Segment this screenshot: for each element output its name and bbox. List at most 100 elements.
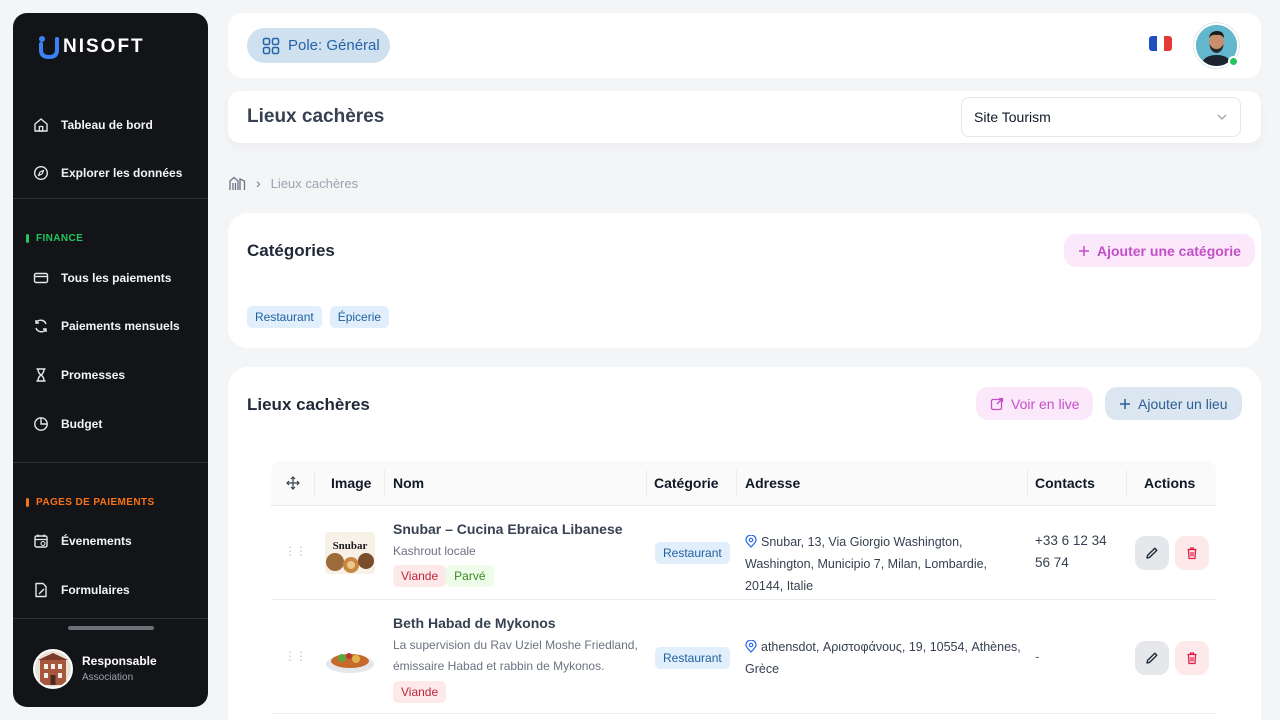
chevron-down-icon — [1217, 114, 1227, 120]
pencil-icon — [1146, 547, 1158, 559]
map-pin-icon — [745, 534, 757, 548]
place-thumbnail — [325, 636, 375, 678]
column-header-address[interactable]: Adresse — [745, 475, 800, 491]
column-header-image[interactable]: Image — [331, 475, 371, 491]
column-separator — [384, 470, 385, 496]
kashrut-tag: Viande — [393, 681, 447, 703]
edit-button[interactable] — [1135, 536, 1169, 570]
top-bar: Pole: Général — [228, 13, 1261, 78]
pole-selector-button[interactable]: Pole: Général — [247, 28, 390, 63]
view-live-button[interactable]: Voir en live — [976, 387, 1094, 420]
sidebar-divider — [13, 198, 208, 199]
site-select[interactable]: Site Tourism — [961, 97, 1241, 137]
sidebar-divider — [13, 462, 208, 463]
pie-chart-icon — [34, 417, 48, 431]
refresh-icon — [35, 319, 47, 333]
sidebar-item-label: Formulaires — [61, 583, 130, 597]
brand-logo-icon — [39, 36, 59, 59]
sidebar-item-budget[interactable]: Budget — [33, 409, 203, 439]
food-image-icon: Snubar — [325, 532, 375, 574]
place-name[interactable]: Beth Habad de Mykonos — [393, 615, 556, 631]
section-title-finance: FINANCE — [26, 233, 83, 244]
contact-cell: - — [1035, 649, 1040, 664]
sidebar-item-pledges[interactable]: Promesses — [33, 360, 203, 390]
place-tags: Viande Parvé — [393, 565, 494, 587]
site-select-value: Site Tourism — [974, 109, 1051, 125]
category-list: Restaurant Épicerie — [247, 306, 390, 328]
pencil-icon — [1146, 652, 1158, 664]
place-description: Kashrout locale — [393, 544, 476, 558]
kashrut-tag: Parvé — [446, 565, 494, 587]
categories-title: Catégories — [247, 241, 335, 260]
column-separator — [646, 470, 647, 496]
add-category-button[interactable]: Ajouter une catégorie — [1064, 234, 1255, 267]
building-home-icon[interactable] — [229, 176, 246, 191]
drag-handle-icon[interactable]: ⋮⋮ — [284, 544, 307, 558]
column-separator — [1126, 470, 1127, 496]
category-cell: Restaurant — [655, 647, 730, 669]
page-header: Lieux cachères Site Tourism — [228, 91, 1261, 143]
grid-icon — [262, 37, 280, 54]
brand-logo[interactable]: NISOFT — [38, 35, 145, 59]
table-row: ⋮⋮ Beth Habad de Mykonos La supervision … — [271, 600, 1216, 714]
trash-icon — [1187, 652, 1197, 665]
place-description: La supervision du Rav Uziel Moshe Friedl… — [393, 638, 638, 673]
drag-handle-icon[interactable]: ⋮⋮ — [284, 649, 307, 663]
sidebar-item-monthly-payments[interactable]: Paiements mensuels — [33, 311, 203, 341]
add-place-button[interactable]: Ajouter un lieu — [1105, 387, 1242, 420]
sidebar-item-all-payments[interactable]: Tous les paiements — [33, 263, 203, 293]
category-tag: Restaurant — [655, 647, 730, 669]
breadcrumb-current: Lieux cachères — [270, 175, 359, 191]
address-text: athensdot, Αριστοφάνους, 19, 10554, Athè… — [745, 640, 1021, 676]
profile-role: Association — [82, 672, 134, 683]
sidebar-item-explore[interactable]: Explorer les données — [33, 158, 203, 188]
svg-text:Snubar: Snubar — [333, 540, 368, 552]
credit-card-icon — [33, 272, 49, 284]
column-header-name[interactable]: Nom — [393, 475, 424, 491]
kashrut-tag: Viande — [393, 565, 447, 587]
category-tag: Restaurant — [655, 542, 730, 564]
hourglass-icon — [36, 368, 46, 382]
column-header-contacts[interactable]: Contacts — [1035, 475, 1095, 491]
form-icon — [35, 582, 47, 598]
edit-button[interactable] — [1135, 641, 1169, 675]
address-cell: athensdot, Αριστοφάνους, 19, 10554, Athè… — [745, 636, 1025, 680]
calendar-icon — [34, 534, 48, 548]
profile-section[interactable]: Responsable Association — [13, 618, 208, 707]
category-tag[interactable]: Épicerie — [329, 306, 390, 328]
sidebar-item-forms[interactable]: Formulaires — [33, 575, 203, 605]
place-thumbnail: Snubar — [325, 532, 375, 574]
table-row: ⋮⋮ Snubar Snubar – Cucina Ebraica Libane… — [271, 506, 1216, 600]
view-live-label: Voir en live — [1011, 395, 1080, 412]
sidebar-item-label: Promesses — [61, 368, 126, 382]
add-category-label: Ajouter une catégorie — [1097, 242, 1241, 259]
delete-button[interactable] — [1175, 536, 1209, 570]
category-tag[interactable]: Restaurant — [247, 306, 322, 328]
contact-cell: +33 6 12 34 56 74 — [1035, 533, 1107, 570]
building-icon — [35, 651, 71, 687]
profile-name: Responsable — [82, 654, 157, 668]
column-header-category[interactable]: Catégorie — [654, 475, 719, 491]
categories-card: Catégories Ajouter une catégorie Restaur… — [228, 213, 1261, 348]
external-link-icon — [990, 397, 1004, 410]
category-cell: Restaurant — [655, 542, 730, 564]
sidebar-item-label: Paiements mensuels — [61, 319, 180, 333]
plus-icon — [1079, 245, 1089, 256]
section-marker — [26, 234, 29, 243]
move-icon[interactable] — [286, 476, 300, 490]
sidebar-item-label: Tous les paiements — [61, 271, 172, 285]
page-title: Lieux cachères — [247, 106, 385, 127]
food-image-icon — [325, 636, 375, 678]
delete-button[interactable] — [1175, 641, 1209, 675]
section-title-payment-pages: PAGES DE PAIEMENTS — [26, 497, 155, 508]
french-flag-icon[interactable] — [1149, 36, 1172, 51]
address-text: Snubar, 13, Via Giorgio Washington, Wash… — [745, 535, 988, 593]
pole-label: Pole: Général — [288, 37, 380, 54]
place-name[interactable]: Snubar – Cucina Ebraica Libanese — [393, 521, 623, 537]
plus-icon — [1120, 398, 1130, 409]
breadcrumb-separator: › — [256, 175, 261, 191]
sidebar-item-dashboard[interactable]: Tableau de bord — [33, 110, 203, 140]
place-tags: Viande — [393, 681, 447, 703]
column-header-actions: Actions — [1144, 475, 1196, 491]
sidebar-item-events[interactable]: Évenements — [33, 526, 203, 556]
